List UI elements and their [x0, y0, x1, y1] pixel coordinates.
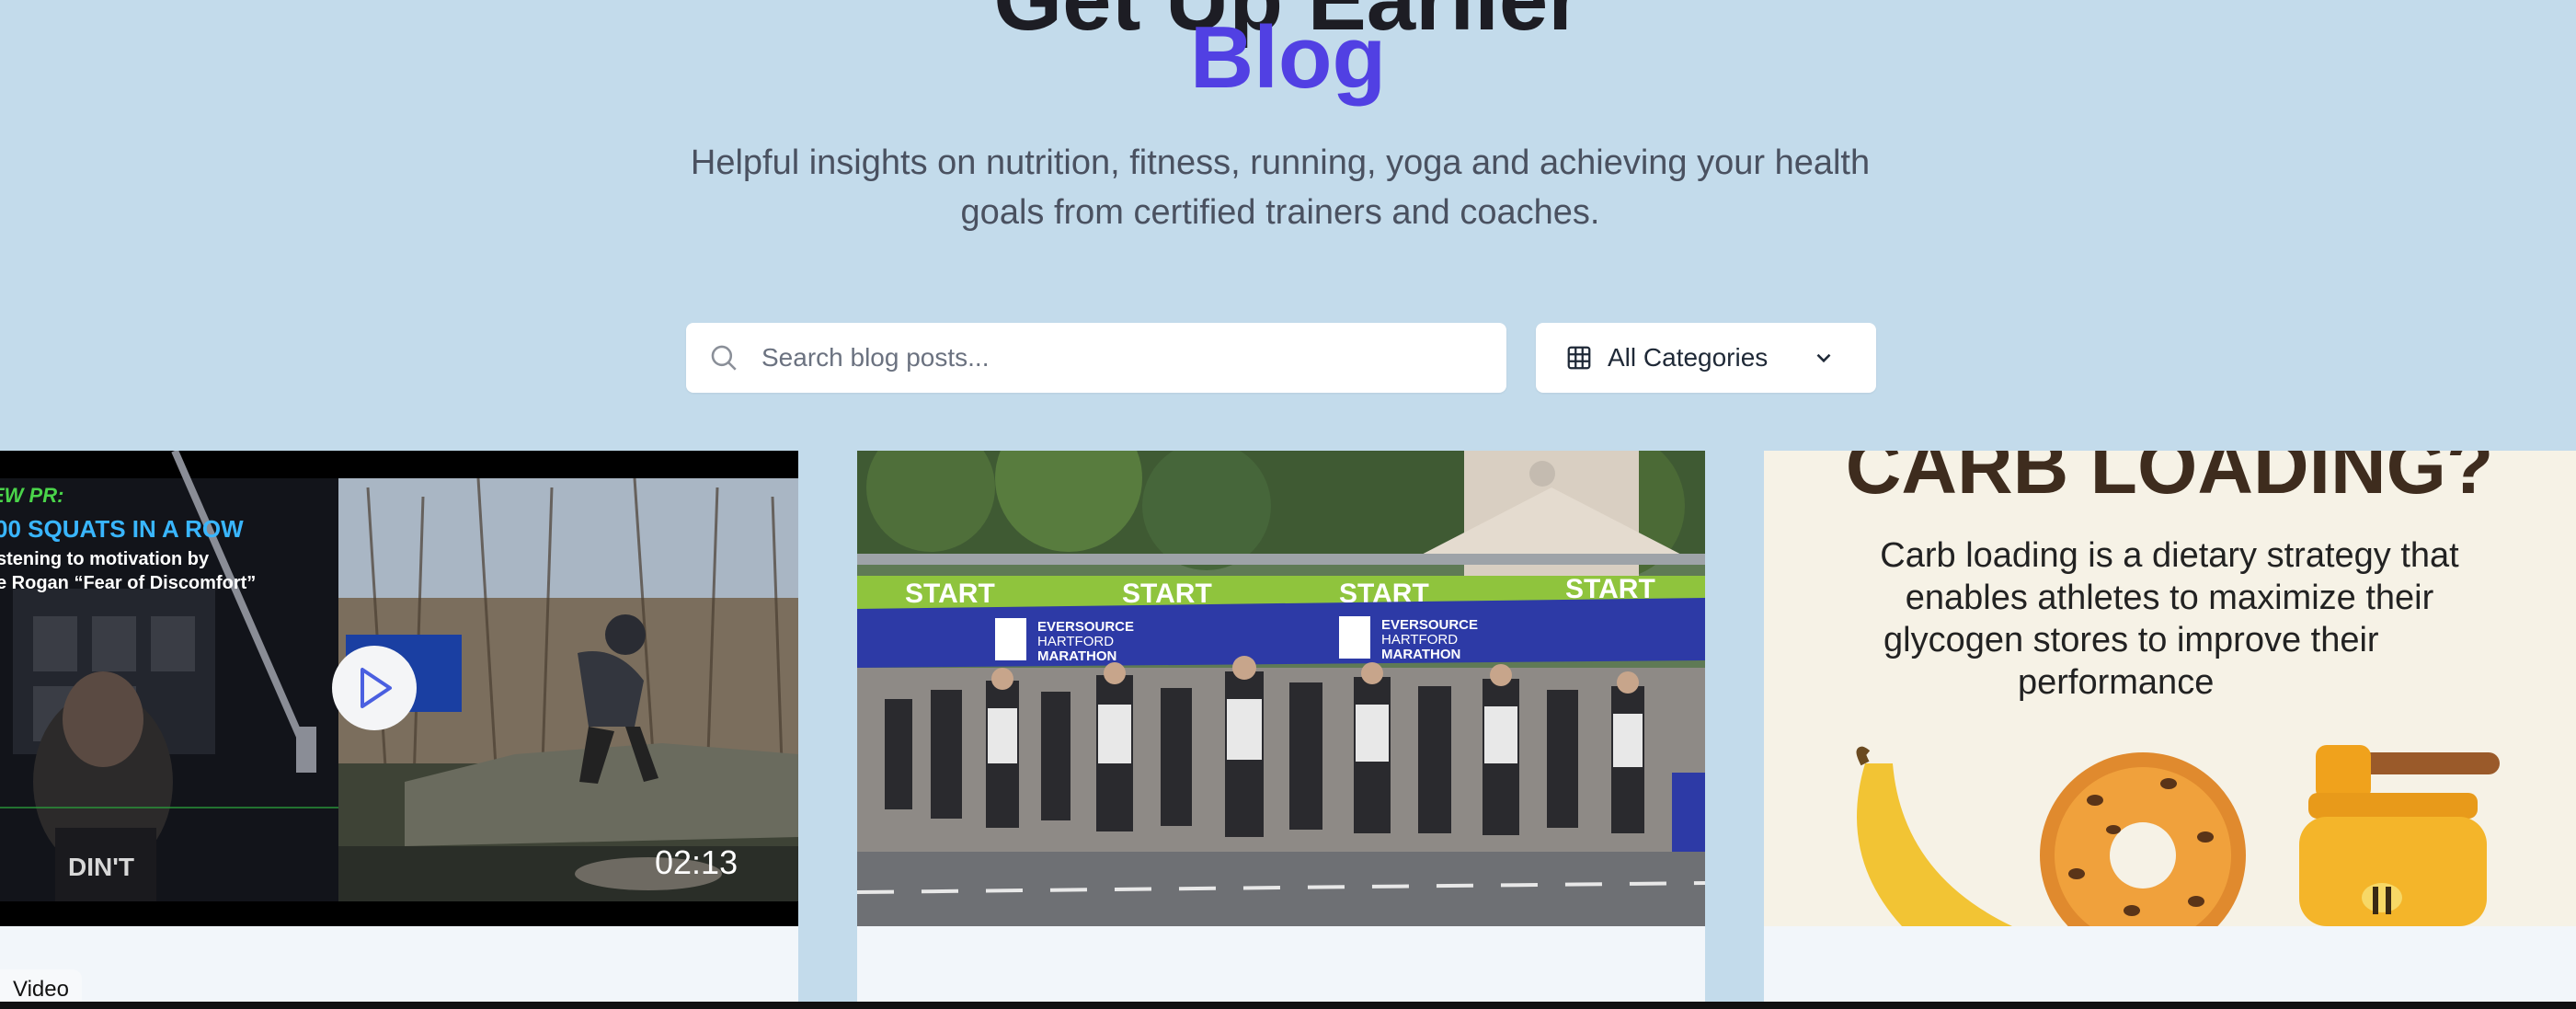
start-label-1: START — [905, 579, 995, 609]
blog-card-marathon[interactable]: START START START START EVERSOURCE HARTF… — [857, 451, 1705, 1009]
subtitle-line-2: goals from certified trainers and coache… — [960, 193, 1600, 232]
grid-icon — [1567, 346, 1591, 370]
banner-brand-3b: MARATHON — [1381, 647, 1460, 662]
banner-brand-3a: MARATHON — [1037, 648, 1116, 664]
carb-line-3: glycogen stores to improve their — [1883, 621, 2379, 659]
bottom-edge — [0, 1002, 2576, 1009]
category-select-value: All Categories — [1608, 343, 1769, 372]
page-subtitle: Helpful insights on nutrition, fitness, … — [598, 138, 1963, 237]
carb-line-4: performance — [2018, 663, 2214, 702]
marathon-image[interactable]: START START START START EVERSOURCE HARTF… — [857, 451, 1705, 926]
blog-card-carb-loading[interactable]: CARB LOADING? Carb loading is a dietary … — [1764, 451, 2576, 1009]
carb-heading: CARB LOADING? — [1846, 451, 2494, 510]
banner-brand-2b: HARTFORD — [1381, 632, 1458, 648]
carb-line-1: Carb loading is a dietary strategy that — [1880, 536, 2459, 575]
overlay-line-3: stening to motivation by — [0, 549, 210, 569]
banner-brand-1b: EVERSOURCE — [1381, 617, 1478, 633]
banner-brand-2a: HARTFORD — [1037, 634, 1114, 649]
subtitle-line-1: Helpful insights on nutrition, fitness, … — [690, 143, 1871, 182]
banner-brand-1a: EVERSOURCE — [1037, 619, 1134, 635]
carb-line-2: enables athletes to maximize their — [1906, 579, 2434, 617]
carb-loading-image[interactable]: CARB LOADING? Carb loading is a dietary … — [1764, 451, 2576, 926]
overlay-headline: 00 SQUATS IN A ROW — [0, 515, 244, 543]
overlay-tag: EW PR: — [0, 484, 63, 507]
play-icon[interactable] — [332, 646, 417, 730]
video-thumbnail[interactable]: EW PR: 00 SQUATS IN A ROW stening to mot… — [0, 451, 798, 926]
chevron-down-icon — [1816, 353, 1831, 363]
search-icon — [711, 345, 737, 371]
page-title: Blog — [1189, 8, 1387, 107]
category-select[interactable]: All Categories — [1536, 323, 1876, 393]
search-input[interactable] — [760, 342, 1462, 373]
svg-text:DIN'T: DIN'T — [68, 853, 134, 881]
video-duration: 02:13 — [655, 843, 738, 881]
overlay-line-4: e Rogan “Fear of Discomfort” — [0, 573, 256, 593]
start-label-2: START — [1122, 579, 1212, 609]
search-box[interactable] — [686, 323, 1506, 393]
blog-card-video[interactable]: EW PR: 00 SQUATS IN A ROW stening to mot… — [0, 451, 798, 1009]
